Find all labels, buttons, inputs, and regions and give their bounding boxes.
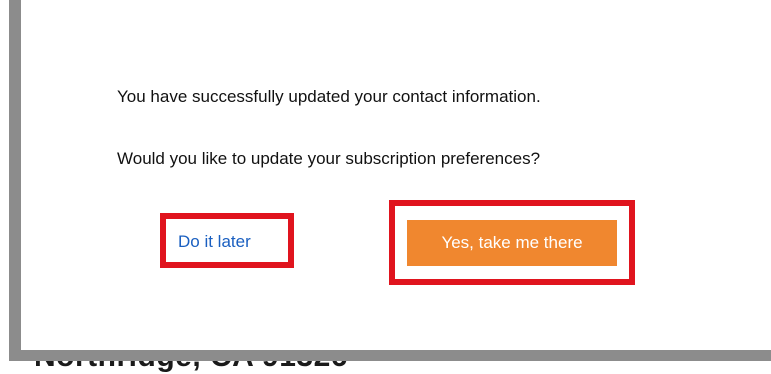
- success-message: You have successfully updated your conta…: [117, 87, 541, 106]
- prompt-message: Would you like to update your subscripti…: [117, 149, 541, 168]
- modal-dialog: You have successfully updated your conta…: [9, 0, 771, 361]
- yes-take-me-there-button[interactable]: Yes, take me there: [407, 220, 617, 266]
- do-it-later-link[interactable]: Do it later: [178, 232, 251, 252]
